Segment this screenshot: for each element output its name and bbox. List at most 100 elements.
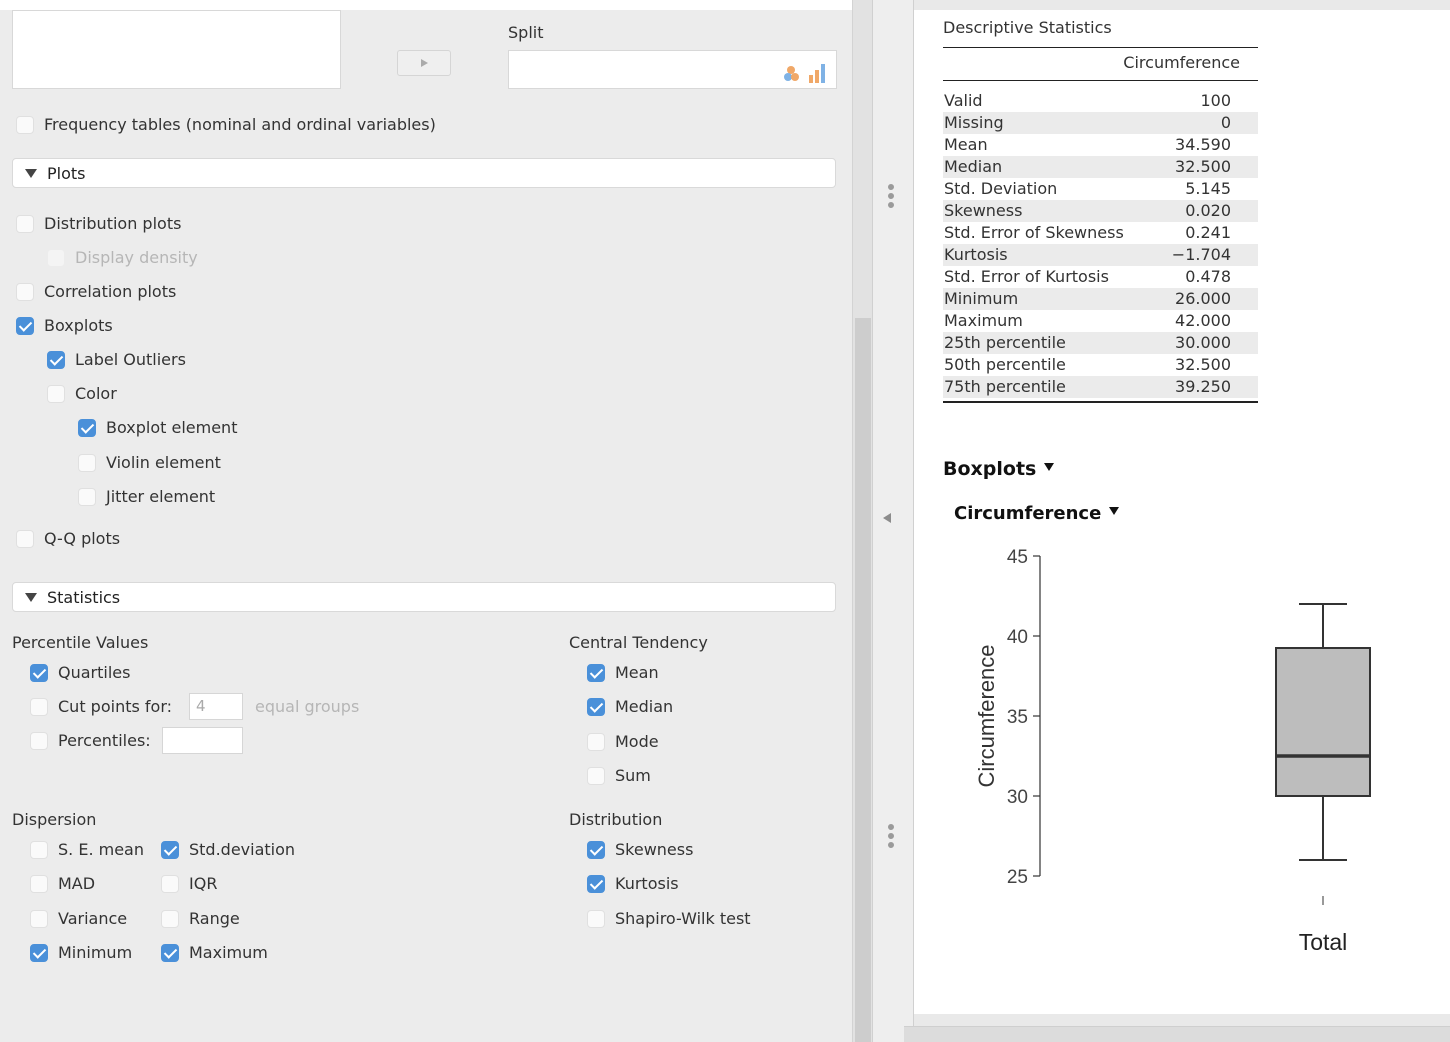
mad-checkbox[interactable]	[30, 875, 48, 894]
variables-list[interactable]	[12, 10, 341, 89]
boxplot-element-checkbox[interactable]	[78, 419, 96, 437]
kurtosis-checkbox[interactable]	[587, 875, 605, 894]
maximum-checkbox[interactable]	[161, 943, 179, 962]
plot-header[interactable]: Circumference	[954, 503, 1120, 524]
dropdown-triangle-icon[interactable]	[1109, 507, 1120, 515]
cut-points-input[interactable]: 4	[189, 693, 243, 720]
row-value: 100	[1200, 91, 1231, 110]
color-label: Color	[75, 384, 117, 403]
variance-label: Variance	[58, 908, 128, 928]
skewness-checkbox[interactable]	[587, 841, 605, 859]
boxplots-title: Boxplots	[943, 458, 1037, 480]
table-row: Valid 100	[943, 90, 1258, 112]
violin-element-checkbox[interactable]	[78, 454, 96, 472]
row-value: 30.000	[1175, 333, 1231, 352]
options-scrollbar[interactable]	[852, 0, 872, 1042]
drag-handle-icon[interactable]	[887, 184, 895, 211]
variance-checkbox[interactable]	[30, 909, 48, 928]
x-category-label: Total	[1299, 929, 1348, 955]
sum-checkbox[interactable]	[587, 766, 605, 785]
jitter-element-checkbox[interactable]	[78, 488, 96, 506]
iqr-checkbox[interactable]	[161, 875, 179, 894]
top-strip	[0, 0, 852, 10]
correlation-plots-label: Correlation plots	[44, 282, 177, 301]
q-q-plots-label: Q-Q plots	[44, 529, 121, 548]
boxplots-header[interactable]: Boxplots	[943, 458, 1055, 480]
y-tick-label: 45	[1007, 547, 1028, 568]
boxplots-checkbox[interactable]	[16, 317, 34, 335]
plot-title: Circumference	[954, 503, 1102, 524]
kurtosis-label: Kurtosis	[615, 874, 679, 894]
percentiles-checkbox[interactable]	[30, 732, 48, 750]
table-row: Missing 0	[943, 112, 1258, 134]
jitter-element-label: Jitter element	[106, 487, 216, 506]
table-top-rule	[943, 47, 1258, 48]
dispersion-title: Dispersion	[12, 810, 97, 829]
row-value: 39.250	[1175, 377, 1231, 396]
descriptive-statistics-title: Descriptive Statistics	[943, 18, 1112, 37]
scrollbar-thumb[interactable]	[855, 318, 871, 1042]
std-deviation-checkbox[interactable]	[161, 841, 179, 859]
row-label: Std. Error of Kurtosis	[944, 267, 1109, 286]
shapiro-wilk-test-checkbox[interactable]	[587, 909, 605, 928]
mode-label: Mode	[615, 731, 659, 751]
row-value: 32.500	[1175, 355, 1231, 374]
frequency-tables-checkbox[interactable]	[16, 116, 34, 134]
maximum-label: Maximum	[189, 942, 268, 962]
row-label: 75th percentile	[944, 377, 1066, 396]
split-label: Split	[508, 23, 544, 42]
statistics-section-title: Statistics	[47, 588, 121, 607]
collapse-left-icon[interactable]	[883, 513, 891, 523]
mode-checkbox[interactable]	[587, 732, 605, 751]
plots-section-header[interactable]: Plots	[12, 158, 836, 188]
percentiles-input[interactable]	[162, 727, 243, 754]
table-row: 50th percentile 32.500	[943, 354, 1258, 376]
quartiles-checkbox[interactable]	[30, 664, 48, 682]
arrow-right-icon	[421, 59, 428, 67]
median-checkbox[interactable]	[587, 698, 605, 717]
table-row: Median 32.500	[943, 156, 1258, 178]
row-label: Valid	[944, 91, 983, 110]
row-label: 25th percentile	[944, 333, 1066, 352]
statistics-section-header[interactable]: Statistics	[12, 582, 836, 612]
s-e-mean-checkbox[interactable]	[30, 841, 48, 859]
y-tick-label: 35	[1007, 707, 1028, 728]
minimum-label: Minimum	[58, 942, 133, 962]
cut-points-checkbox[interactable]	[30, 698, 48, 716]
color-checkbox[interactable]	[47, 385, 65, 403]
label-outliers-checkbox[interactable]	[47, 351, 65, 369]
q-q-plots-checkbox[interactable]	[16, 530, 34, 548]
distribution-plots-checkbox[interactable]	[16, 215, 34, 233]
table-row: 25th percentile 30.000	[943, 332, 1258, 354]
row-value: −1.704	[1171, 245, 1231, 264]
distribution-title: Distribution	[569, 810, 663, 829]
row-value: 0	[1220, 113, 1231, 132]
table-row: Std. Deviation 5.145	[943, 178, 1258, 200]
display-density-checkbox	[47, 249, 65, 267]
minimum-checkbox[interactable]	[30, 943, 48, 962]
dropdown-triangle-icon[interactable]	[1044, 462, 1055, 471]
row-label: Median	[944, 157, 1003, 176]
range-checkbox[interactable]	[161, 909, 179, 928]
median-label: Median	[615, 697, 674, 717]
row-label: Std. Deviation	[944, 179, 1058, 198]
row-value: 32.500	[1175, 157, 1231, 176]
ordinal-bar-icon	[809, 75, 813, 83]
correlation-plots-checkbox[interactable]	[16, 283, 34, 301]
drag-handle-icon[interactable]	[887, 824, 895, 851]
shapiro-wilk-test-label: Shapiro-Wilk test	[615, 908, 751, 928]
mean-checkbox[interactable]	[587, 664, 605, 682]
table-bottom-rule	[943, 401, 1258, 403]
collapse-down-icon	[25, 169, 37, 178]
s-e-mean-label: S. E. mean	[58, 840, 144, 859]
results-horizontal-scrollbar[interactable]	[904, 1026, 1450, 1042]
move-to-split-button[interactable]	[397, 50, 451, 76]
row-label: Std. Error of Skewness	[944, 223, 1124, 242]
std-deviation-label: Std.deviation	[189, 840, 296, 859]
table-row: Maximum 42.000	[943, 310, 1258, 332]
y-tick-label: 25	[1007, 867, 1028, 888]
nominal-icon	[787, 66, 795, 74]
y-axis-label: Circumference	[974, 644, 999, 787]
panel-divider[interactable]	[872, 0, 914, 1042]
row-label: Mean	[944, 135, 988, 154]
